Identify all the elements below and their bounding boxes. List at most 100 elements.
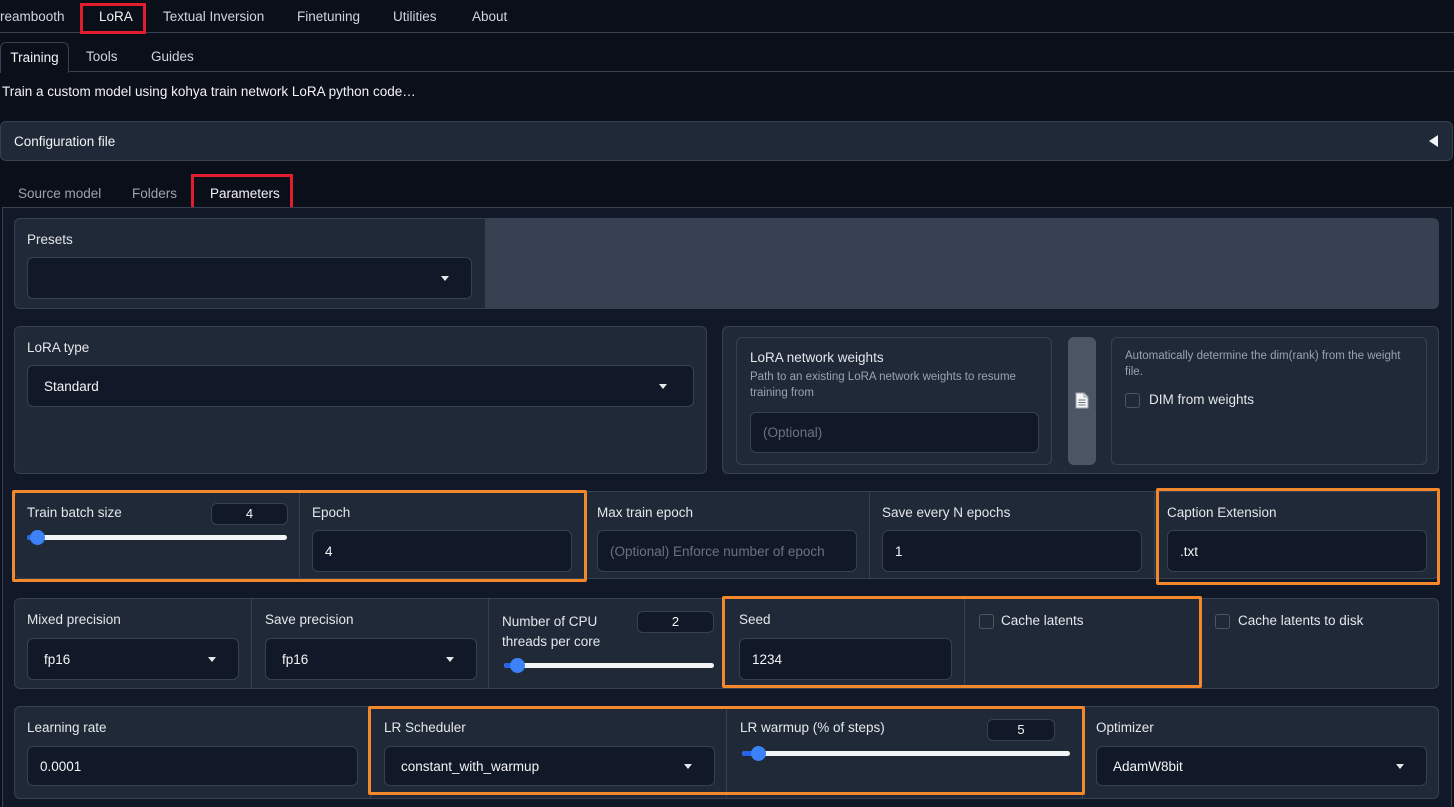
network-weights-block: LoRA network weights Path to an existing… [722,326,1439,474]
tab-source-model[interactable]: Source model [18,186,101,201]
file-browse-button[interactable] [1068,337,1096,465]
save-every-n-epochs-input[interactable]: 1 [882,530,1142,572]
top-nav: reambooth LoRA Textual Inversion Finetun… [0,0,1454,33]
cpu-threads-label: Number of CPU threads per core [502,612,600,652]
cache-latents-to-disk-cell: Cache latents to disk [1201,599,1440,688]
cache-latents-checkbox[interactable] [979,614,994,629]
cache-latents-cell: Cache latents [965,599,1201,688]
learning-rate-value: 0.0001 [40,758,82,774]
presets-dropdown[interactable] [27,257,472,299]
training-row-1: Train batch size 4 Epoch 4 Max train epo… [14,491,1439,579]
cpu-threads-slider[interactable] [504,658,714,673]
save-every-n-epochs-value: 1 [895,543,903,559]
train-batch-size-slider[interactable] [27,530,287,545]
chevron-down-icon [441,276,449,281]
tab-lora[interactable]: LoRA [99,0,133,33]
lr-scheduler-cell: LR Scheduler constant_with_warmup [371,707,727,798]
optimizer-cell: Optimizer AdamW8bit [1083,707,1440,798]
mixed-precision-dropdown[interactable]: fp16 [27,638,239,680]
seed-value: 1234 [752,651,783,667]
network-weights-placeholder: (Optional) [763,425,823,440]
epoch-cell: Epoch 4 [300,492,585,578]
max-train-epoch-input[interactable]: (Optional) Enforce number of epoch [597,530,857,572]
lora-type-dropdown[interactable]: Standard [27,365,694,407]
chevron-down-icon [684,764,692,769]
cpu-threads-cell: Number of CPU threads per core 2 [489,599,725,688]
train-batch-size-label: Train batch size [27,505,122,520]
epoch-label: Epoch [312,505,351,520]
tab-textual-inversion[interactable]: Textual Inversion [163,0,264,33]
max-train-epoch-cell: Max train epoch (Optional) Enforce numbe… [585,492,870,578]
chevron-down-icon [208,657,216,662]
page-description: Train a custom model using kohya train n… [2,84,416,99]
save-precision-value: fp16 [282,651,309,667]
tab-about[interactable]: About [472,0,507,33]
tab-tools[interactable]: Tools [86,42,118,72]
dim-from-weights-checkbox[interactable] [1125,393,1140,408]
tab-dreambooth[interactable]: reambooth [0,0,65,33]
training-row-3: Learning rate 0.0001 LR Scheduler consta… [14,706,1439,799]
save-every-n-epochs-label: Save every N epochs [882,505,1011,520]
network-weights-label: LoRA network weights [750,350,884,365]
lora-type-label: LoRA type [27,340,90,355]
configuration-file-accordion[interactable]: Configuration file [0,121,1453,161]
network-weights-input[interactable]: (Optional) [750,412,1039,453]
tab-training[interactable]: Training [0,42,69,73]
seed-cell: Seed 1234 [725,599,965,688]
caption-extension-input[interactable]: .txt [1167,530,1427,572]
chevron-down-icon [659,384,667,389]
optimizer-value: AdamW8bit [1113,758,1183,774]
tab-guides[interactable]: Guides [151,42,194,72]
slider-thumb[interactable] [751,746,767,761]
slider-thumb[interactable] [509,658,525,673]
optimizer-label: Optimizer [1096,720,1154,735]
caption-extension-cell: Caption Extension .txt [1155,492,1440,578]
cache-latents-label: Cache latents [1001,613,1084,628]
chevron-down-icon [446,657,454,662]
lr-warmup-cell: LR warmup (% of steps) 5 [727,707,1083,798]
cache-latents-to-disk-label: Cache latents to disk [1238,613,1364,628]
caption-extension-value: .txt [1180,543,1199,559]
presets-block: Presets [14,218,1439,309]
collapse-arrow-icon[interactable] [1429,135,1438,147]
training-row-2: Mixed precision fp16 Save precision fp16… [14,598,1439,689]
cache-latents-to-disk-checkbox[interactable] [1215,614,1230,629]
lr-warmup-slider[interactable] [742,746,1070,761]
lora-type-value: Standard [44,378,99,394]
max-train-epoch-label: Max train epoch [597,505,694,520]
network-weights-info: Path to an existing LoRA network weights… [750,371,1016,399]
optimizer-dropdown[interactable]: AdamW8bit [1096,746,1427,786]
accordion-label: Configuration file [14,134,116,149]
train-batch-size-number[interactable]: 4 [211,503,288,525]
slider-thumb[interactable] [30,530,46,545]
dim-from-weights-group: Automatically determine the dim(rank) fr… [1111,337,1427,465]
train-batch-size-cell: Train batch size 4 [15,492,300,578]
dim-from-weights-label: DIM from weights [1149,392,1255,407]
network-weights-group: LoRA network weights Path to an existing… [736,337,1052,465]
lr-scheduler-dropdown[interactable]: constant_with_warmup [384,746,715,786]
max-train-epoch-placeholder: (Optional) Enforce number of epoch [610,543,825,559]
tab-parameters[interactable]: Parameters [210,186,280,201]
sub-nav: Training Tools Guides [0,42,1454,73]
lr-warmup-number[interactable]: 5 [987,719,1055,741]
lr-scheduler-label: LR Scheduler [384,720,466,735]
seed-label: Seed [739,612,771,627]
presets-label: Presets [27,232,73,247]
mixed-precision-cell: Mixed precision fp16 [15,599,252,688]
lr-scheduler-value: constant_with_warmup [401,758,540,774]
save-precision-dropdown[interactable]: fp16 [265,638,477,680]
tab-finetuning[interactable]: Finetuning [297,0,360,33]
cpu-threads-number[interactable]: 2 [637,611,714,633]
tab-utilities[interactable]: Utilities [393,0,437,33]
seed-input[interactable]: 1234 [739,638,952,680]
lr-warmup-label: LR warmup (% of steps) [740,720,885,735]
epoch-value: 4 [325,543,333,559]
mixed-precision-value: fp16 [44,651,71,667]
dim-from-weights-info: Automatically determine the dim(rank) fr… [1125,350,1401,378]
cpu-threads-label-line1: Number of CPU [502,614,598,629]
cpu-threads-label-line2: threads per core [502,634,601,649]
learning-rate-input[interactable]: 0.0001 [27,746,358,786]
tab-folders[interactable]: Folders [132,186,177,201]
presets-empty-area [485,219,1439,308]
epoch-input[interactable]: 4 [312,530,572,572]
